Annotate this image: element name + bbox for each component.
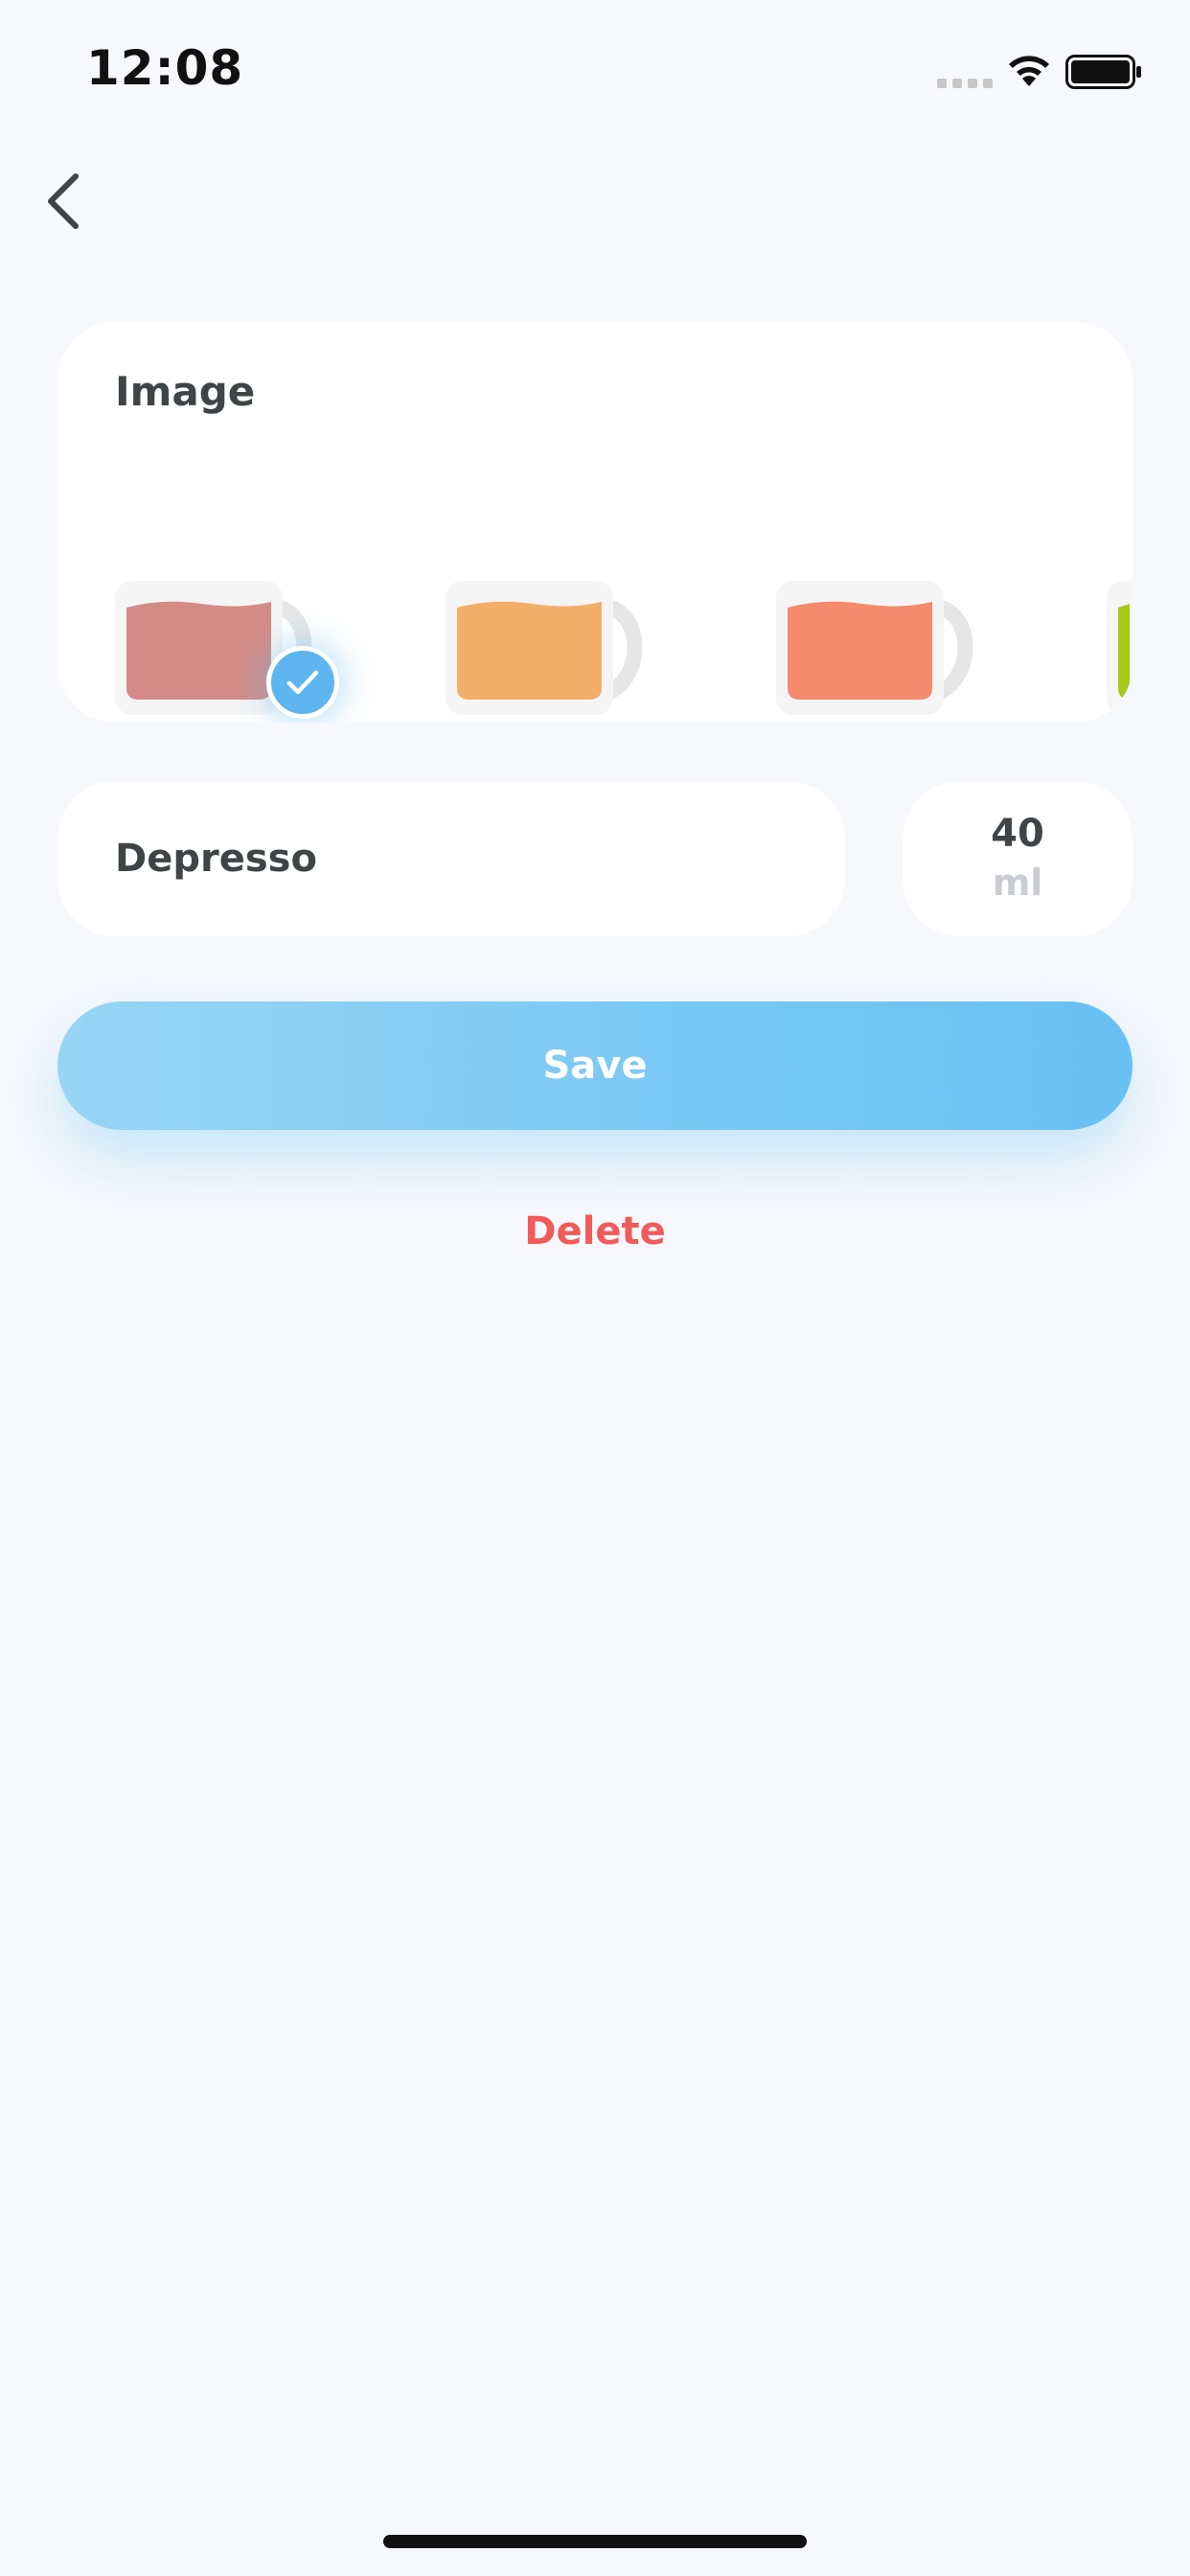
image-picker-card: Image — [57, 322, 1133, 723]
battery-icon — [1065, 55, 1141, 89]
check-icon — [286, 670, 319, 695]
cup-icon — [446, 581, 643, 715]
selected-check-badge — [266, 646, 339, 719]
signal-icon — [937, 79, 993, 88]
delete-button[interactable]: Delete — [0, 1209, 1190, 1254]
drink-name-value: Depresso — [115, 837, 317, 881]
volume-field[interactable]: 40 ml — [903, 781, 1133, 936]
back-button[interactable] — [29, 163, 96, 240]
volume-value: 40 — [991, 812, 1044, 856]
cup-icon — [776, 581, 973, 715]
cup-option-green[interactable] — [1107, 581, 1133, 715]
chevron-left-icon — [48, 173, 79, 229]
drink-name-field[interactable]: Depresso — [57, 781, 845, 936]
wifi-icon — [1009, 56, 1049, 86]
cup-option-coral[interactable] — [776, 581, 996, 715]
cup-option-orange[interactable] — [446, 581, 666, 715]
status-time: 12:08 — [86, 40, 244, 96]
volume-unit: ml — [992, 862, 1043, 904]
cup-icon — [1107, 581, 1133, 715]
image-picker-title: Image — [115, 368, 256, 415]
save-button[interactable]: Save — [57, 1001, 1133, 1130]
home-indicator — [383, 2535, 807, 2548]
